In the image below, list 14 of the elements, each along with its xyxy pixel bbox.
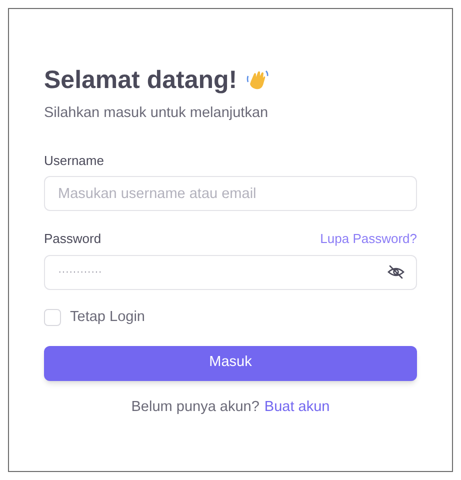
password-field[interactable]: ············ bbox=[44, 254, 417, 290]
subtitle: Silahkan masuk untuk melanjutkan bbox=[44, 104, 270, 123]
login-button[interactable]: Masuk bbox=[44, 346, 417, 380]
forgot-password-link[interactable]: Lupa Password? bbox=[320, 229, 417, 249]
waving-hand-icon bbox=[245, 68, 270, 92]
remember-label: Tetap Login bbox=[70, 308, 145, 327]
username-field[interactable]: Masukan username atau email bbox=[44, 176, 417, 212]
eye-slash-icon[interactable] bbox=[387, 262, 405, 281]
signup-link[interactable]: Buat akun bbox=[264, 396, 330, 418]
username-label: Username bbox=[44, 152, 105, 170]
remember-checkbox[interactable] bbox=[44, 309, 61, 326]
welcome-title: Selamat datang! bbox=[44, 65, 238, 95]
signup-prompt: Belum punya akun? bbox=[131, 398, 260, 416]
password-label: Password bbox=[44, 230, 102, 248]
